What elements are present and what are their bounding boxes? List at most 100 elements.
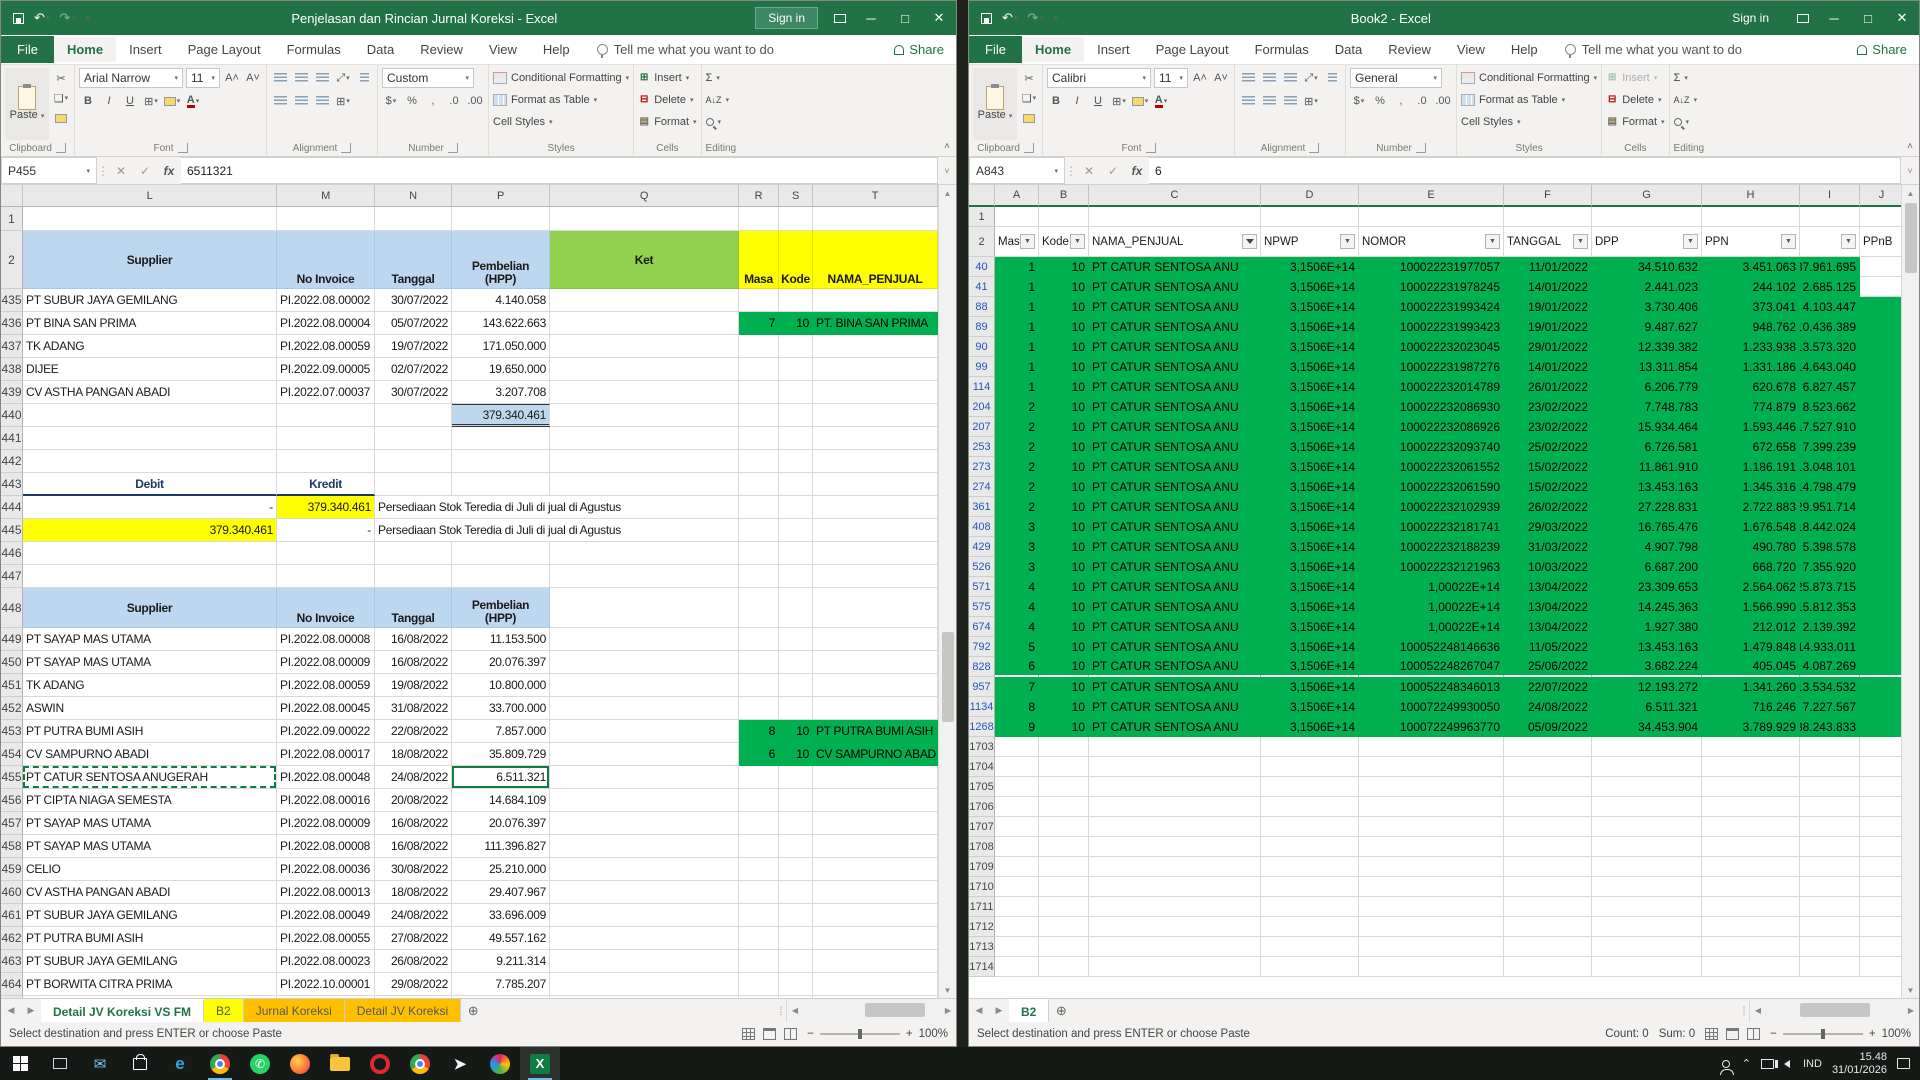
cell[interactable] [995,207,1039,227]
data-cell[interactable]: 3.682.224 [1592,657,1702,677]
data-cell[interactable]: 3,1506E+14 [1261,257,1359,277]
merge-center-icon[interactable]: ⊞▾ [334,93,352,109]
header-supplier[interactable]: Supplier [23,231,277,289]
undo-icon[interactable]: ↶▾ [30,8,53,28]
data-cell[interactable]: 373.041 [1702,297,1800,317]
page-layout-view-icon[interactable] [1726,1028,1739,1040]
cell[interactable] [779,651,813,674]
opera-icon[interactable] [360,1047,400,1080]
data-cell[interactable]: 1.676.548 [1702,517,1800,537]
data-cell[interactable]: PT CATUR SENTOSA ANU [1089,697,1261,717]
data-cell[interactable]: 10 [1039,397,1089,417]
format-painter-icon[interactable] [1020,110,1038,126]
find-select-button[interactable]: ▾ [706,112,737,131]
row-header-452[interactable]: 452 [1,697,23,720]
cell[interactable] [1592,857,1702,877]
data-cell[interactable]: 490.780 [1702,537,1800,557]
kode-cell[interactable]: 10 [779,743,813,766]
borders-icon[interactable]: ⊞▾ [142,93,160,109]
cell[interactable] [1359,877,1504,897]
data-cell[interactable]: 05/09/2022 [1504,717,1592,737]
cell[interactable] [813,996,938,998]
data-cell[interactable]: 10 [1039,577,1089,597]
kredit-header[interactable]: Kredit [277,473,375,496]
data-cell[interactable]: 244.102 [1702,277,1800,297]
invoice-cell[interactable]: PI.2022.08.00013 [277,881,375,904]
cell[interactable] [1860,957,1901,977]
cell[interactable] [1261,777,1359,797]
insert-function-icon[interactable]: fx [157,157,181,184]
cell[interactable] [1039,817,1089,837]
cell[interactable] [1592,877,1702,897]
row-header-445[interactable]: 445 [1,519,23,542]
data-cell[interactable] [1860,377,1901,397]
normal-view-icon[interactable] [1705,1028,1718,1040]
data-cell[interactable]: 3,1506E+14 [1261,457,1359,477]
close-button[interactable]: ✕ [922,1,956,35]
data-cell[interactable]: 7 [995,677,1039,697]
data-cell[interactable]: 10 [1039,417,1089,437]
data-cell[interactable]: 1 [995,277,1039,297]
cell[interactable] [452,207,550,231]
data-cell[interactable]: 11.861.910 [1592,457,1702,477]
row-header-207[interactable]: 207 [969,417,995,437]
hpp-cell[interactable]: 33.700.000 [452,697,550,720]
data-cell[interactable]: 10 [1039,677,1089,697]
sheet-tab-jurnal-koreksi[interactable]: Jurnal Koreksi [244,999,345,1022]
tanggal-cell[interactable]: 24/08/2022 [375,904,452,927]
row-header-273[interactable]: 273 [969,457,995,477]
cell[interactable] [1592,797,1702,817]
data-cell[interactable]: 29.951.714 [1800,497,1860,517]
data-cell[interactable]: 3.451.063 [1702,257,1800,277]
cell[interactable] [1860,837,1901,857]
data-cell[interactable]: 3 [995,537,1039,557]
row-header-436[interactable]: 436 [1,312,23,335]
cell[interactable] [779,427,813,450]
filter-dropdown-icon[interactable]: ▼ [1340,234,1355,249]
cell[interactable] [813,766,938,789]
data-cell[interactable] [1860,597,1901,617]
cell[interactable] [739,427,779,450]
cell[interactable] [813,881,938,904]
ket-cell[interactable] [550,358,739,381]
data-cell[interactable]: 10 [1039,517,1089,537]
cell[interactable] [1039,797,1089,817]
cell[interactable] [813,674,938,697]
data-cell[interactable]: 1.566.990 [1702,597,1800,617]
sheet-tab-b2[interactable]: B2 [1009,999,1049,1022]
row-header-575[interactable]: 575 [969,597,995,617]
ket-cell[interactable] [550,289,739,312]
row-header-253[interactable]: 253 [969,437,995,457]
data-cell[interactable]: 15.812.353 [1800,597,1860,617]
cell[interactable] [1800,957,1860,977]
nama-penjual-cell[interactable]: PT. BINA SAN PRIMA [813,312,938,335]
percent-style-icon[interactable]: % [1371,93,1389,109]
data-cell[interactable]: 31/03/2022 [1504,537,1592,557]
cell[interactable] [995,837,1039,857]
ket-cell[interactable] [550,835,739,858]
cell[interactable] [1504,737,1592,757]
data-cell[interactable]: 15.934.464 [1592,417,1702,437]
ket-cell[interactable] [550,858,739,881]
align-center-icon[interactable] [292,93,310,109]
header-invoice[interactable]: No Invoice [277,588,375,628]
data-cell[interactable]: 1 [995,377,1039,397]
cell[interactable] [813,950,938,973]
invoice-cell[interactable]: PI.2022.08.00002 [277,289,375,312]
row-header-462[interactable]: 462 [1,927,23,950]
data-cell[interactable]: 14.643.040 [1800,357,1860,377]
row-header-1[interactable]: 1 [1,207,23,231]
hpp-cell[interactable]: 11.153.500 [452,628,550,651]
cell[interactable] [739,858,779,881]
delete-cells-button[interactable]: ⊟Delete▾ [1606,90,1664,109]
data-cell[interactable]: 668.720 [1702,557,1800,577]
row-header-89[interactable]: 89 [969,317,995,337]
ket-cell[interactable] [550,973,739,996]
dialog-launcher-icon[interactable] [178,143,188,153]
cell[interactable] [1702,817,1800,837]
row-header-274[interactable]: 274 [969,477,995,497]
data-cell[interactable]: 10.436.389 [1800,317,1860,337]
ket-cell[interactable] [550,381,739,404]
cell[interactable] [1261,877,1359,897]
data-cell[interactable]: 24/08/2022 [1504,697,1592,717]
